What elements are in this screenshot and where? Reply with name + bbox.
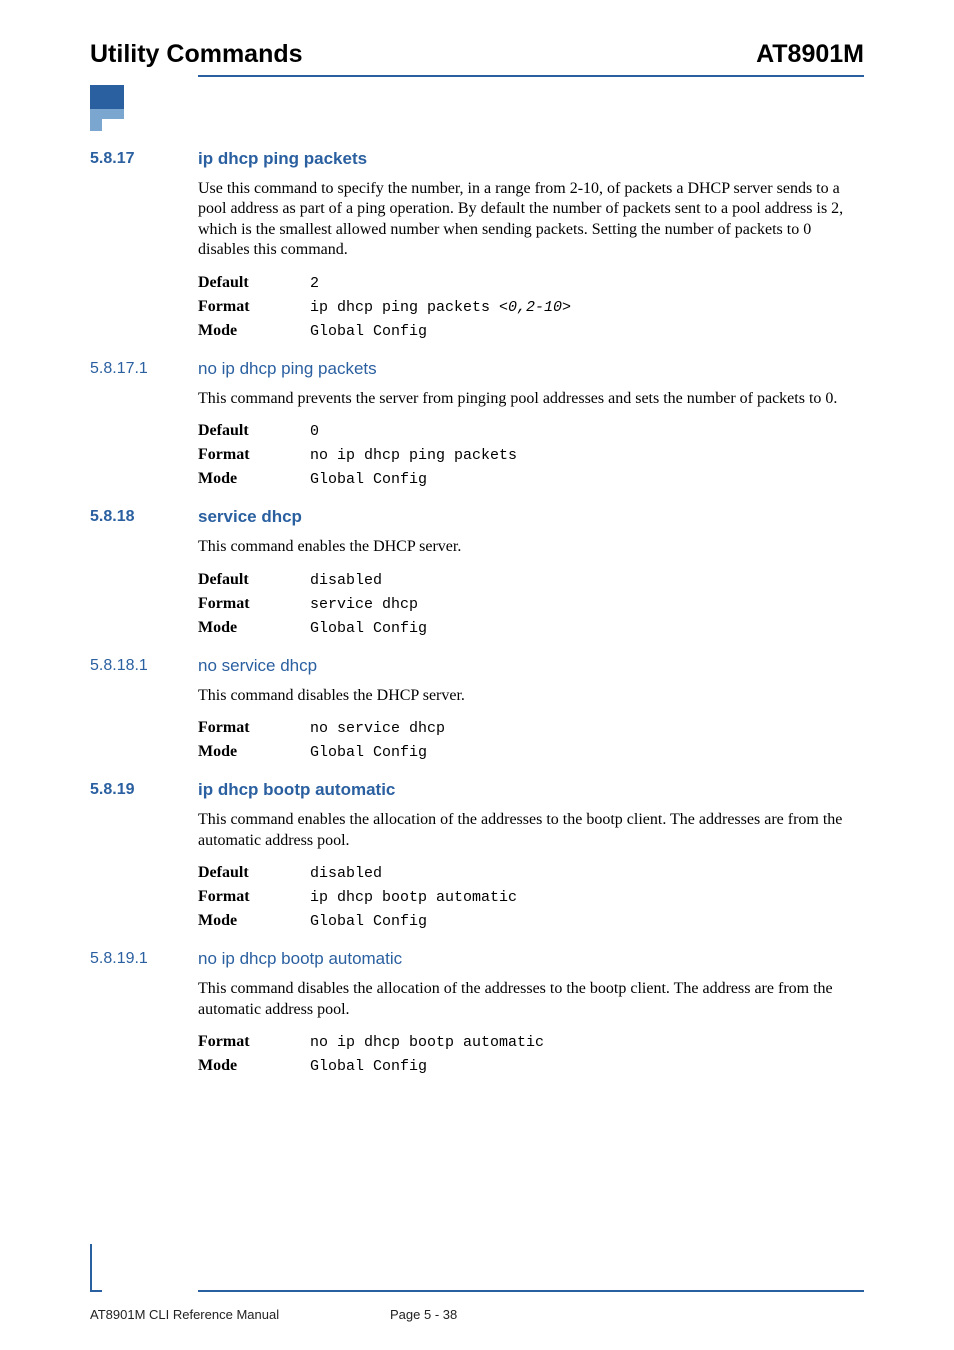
- label-mode: Mode: [198, 1057, 310, 1075]
- section-title: no ip dhcp bootp automatic: [198, 949, 402, 969]
- value-format: no ip dhcp bootp automatic: [310, 1033, 544, 1051]
- table-row: Format ip dhcp ping packets <0,2-10>: [198, 295, 864, 319]
- table-row: Format ip dhcp bootp automatic: [198, 885, 864, 909]
- value-format: ip dhcp bootp automatic: [310, 888, 517, 906]
- section-5-8-18-heading: 5.8.18 service dhcp: [90, 507, 864, 527]
- label-default: Default: [198, 274, 310, 292]
- footer-bracket-icon: [90, 1244, 102, 1292]
- label-format: Format: [198, 1033, 310, 1051]
- section-5-8-19-desc: This command enables the allocation of t…: [198, 810, 864, 851]
- value-format: ip dhcp ping packets <0,2-10>: [310, 298, 571, 316]
- header-left: Utility Commands: [90, 40, 303, 69]
- section-title: no service dhcp: [198, 656, 317, 676]
- section-5-8-17-heading: 5.8.17 ip dhcp ping packets: [90, 149, 864, 169]
- section-5-8-18-1-table: Format no service dhcp Mode Global Confi…: [198, 716, 864, 764]
- label-default: Default: [198, 422, 310, 440]
- page: Utility Commands AT8901M 5.8.17 ip dhcp …: [0, 0, 954, 1078]
- header-rule: [198, 75, 864, 77]
- section-number: 5.8.17.1: [90, 359, 198, 379]
- section-5-8-17-1-table: Default 0 Format no ip dhcp ping packets…: [198, 419, 864, 491]
- table-row: Mode Global Config: [198, 319, 864, 343]
- label-mode: Mode: [198, 322, 310, 340]
- label-mode: Mode: [198, 470, 310, 488]
- logo-icon: [90, 85, 864, 131]
- value-default: disabled: [310, 864, 382, 882]
- value-default: 2: [310, 274, 319, 292]
- table-row: Default 2: [198, 271, 864, 295]
- label-default: Default: [198, 864, 310, 882]
- section-5-8-18-1-desc: This command disables the DHCP server.: [198, 686, 864, 706]
- section-5-8-19-1-desc: This command disables the allocation of …: [198, 979, 864, 1020]
- section-5-8-17-table: Default 2 Format ip dhcp ping packets <0…: [198, 271, 864, 343]
- label-format: Format: [198, 298, 310, 316]
- section-5-8-18-1-heading: 5.8.18.1 no service dhcp: [90, 656, 864, 676]
- label-format: Format: [198, 595, 310, 613]
- table-row: Format no service dhcp: [198, 716, 864, 740]
- section-title: ip dhcp ping packets: [198, 149, 367, 169]
- section-5-8-19-heading: 5.8.19 ip dhcp bootp automatic: [90, 780, 864, 800]
- label-format: Format: [198, 888, 310, 906]
- format-text: ip dhcp ping packets: [310, 299, 499, 316]
- table-row: Mode Global Config: [198, 467, 864, 491]
- page-footer: AT8901M CLI Reference Manual Page 5 - 38: [90, 1307, 864, 1322]
- value-mode: Global Config: [310, 743, 427, 761]
- label-mode: Mode: [198, 619, 310, 637]
- table-row: Mode Global Config: [198, 909, 864, 933]
- value-format: service dhcp: [310, 595, 418, 613]
- section-number: 5.8.18.1: [90, 656, 198, 676]
- table-row: Format no ip dhcp bootp automatic: [198, 1030, 864, 1054]
- section-5-8-19-1-table: Format no ip dhcp bootp automatic Mode G…: [198, 1030, 864, 1078]
- section-5-8-17-1-desc: This command prevents the server from pi…: [198, 389, 864, 409]
- footer-page: Page 5 - 38: [390, 1307, 457, 1322]
- label-format: Format: [198, 719, 310, 737]
- label-mode: Mode: [198, 743, 310, 761]
- section-number: 5.8.17: [90, 149, 198, 169]
- table-row: Mode Global Config: [198, 616, 864, 640]
- section-title: service dhcp: [198, 507, 302, 527]
- page-header: Utility Commands AT8901M: [90, 40, 864, 69]
- value-mode: Global Config: [310, 470, 427, 488]
- table-row: Default disabled: [198, 568, 864, 592]
- label-mode: Mode: [198, 912, 310, 930]
- section-5-8-19-table: Default disabled Format ip dhcp bootp au…: [198, 861, 864, 933]
- label-format: Format: [198, 446, 310, 464]
- table-row: Mode Global Config: [198, 740, 864, 764]
- section-number: 5.8.19.1: [90, 949, 198, 969]
- section-5-8-17-desc: Use this command to specify the number, …: [198, 179, 864, 261]
- value-default: disabled: [310, 571, 382, 589]
- label-default: Default: [198, 571, 310, 589]
- table-row: Default disabled: [198, 861, 864, 885]
- footer-left: AT8901M CLI Reference Manual: [90, 1307, 390, 1322]
- section-title: ip dhcp bootp automatic: [198, 780, 395, 800]
- value-mode: Global Config: [310, 912, 427, 930]
- table-row: Format no ip dhcp ping packets: [198, 443, 864, 467]
- value-format: no service dhcp: [310, 719, 445, 737]
- format-arg: <0,2-10>: [499, 299, 571, 316]
- header-right: AT8901M: [756, 40, 864, 69]
- value-format: no ip dhcp ping packets: [310, 446, 517, 464]
- section-number: 5.8.19: [90, 780, 198, 800]
- section-5-8-18-table: Default disabled Format service dhcp Mod…: [198, 568, 864, 640]
- table-row: Default 0: [198, 419, 864, 443]
- section-5-8-17-1-heading: 5.8.17.1 no ip dhcp ping packets: [90, 359, 864, 379]
- value-mode: Global Config: [310, 1057, 427, 1075]
- section-number: 5.8.18: [90, 507, 198, 527]
- section-5-8-18-desc: This command enables the DHCP server.: [198, 537, 864, 557]
- table-row: Mode Global Config: [198, 1054, 864, 1078]
- table-row: Format service dhcp: [198, 592, 864, 616]
- section-title: no ip dhcp ping packets: [198, 359, 377, 379]
- value-mode: Global Config: [310, 619, 427, 637]
- value-mode: Global Config: [310, 322, 427, 340]
- section-5-8-19-1-heading: 5.8.19.1 no ip dhcp bootp automatic: [90, 949, 864, 969]
- value-default: 0: [310, 422, 319, 440]
